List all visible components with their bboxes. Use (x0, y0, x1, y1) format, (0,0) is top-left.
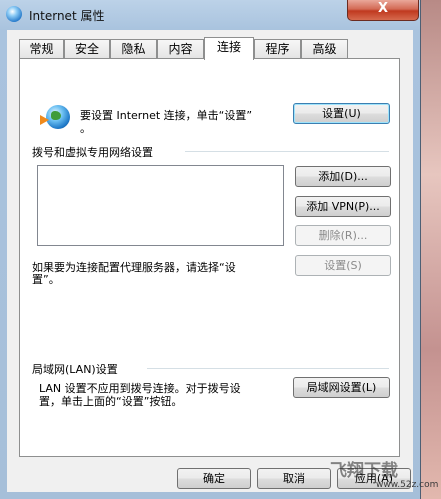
delete-button[interactable]: 删除(R)... (295, 225, 391, 246)
ok-button[interactable]: 确定 (177, 468, 251, 489)
connections-tab-panel: 要设置 Internet 连接，单击“设置” 。 设置(U) 拨号和虚拟专用网络… (19, 58, 400, 457)
dialup-section-title: 拨号和虚拟专用网络设置 (32, 146, 153, 159)
tab-connections[interactable]: 连接 (204, 37, 254, 60)
proxy-settings-button[interactable]: 设置(S) (295, 255, 391, 276)
lan-settings-button[interactable]: 局域网设置(L) (293, 377, 390, 398)
title-bar[interactable]: Internet 属性 X (0, 0, 420, 28)
watermark-logo: 飞翔下载 www.52z.com (330, 456, 438, 496)
cancel-button[interactable]: 取消 (257, 468, 331, 489)
lan-description-line2: 置，单击上面的“设置”按钮。 (39, 395, 183, 408)
proxy-description-cont: 置”。 (32, 273, 60, 286)
setup-button[interactable]: 设置(U) (293, 103, 390, 124)
internet-properties-window: Internet 属性 X 常规 安全 隐私 内容 连接 程序 高级 要设置 I… (0, 0, 421, 499)
divider (147, 368, 389, 369)
internet-globe-icon (6, 6, 22, 22)
tab-advanced[interactable]: 高级 (301, 39, 348, 59)
dialog-body: 常规 安全 隐私 内容 连接 程序 高级 要设置 Internet 连接，单击“… (7, 30, 413, 492)
divider (185, 151, 389, 152)
internet-globe-icon (46, 105, 70, 129)
tab-content[interactable]: 内容 (157, 39, 204, 59)
arrow-icon (40, 115, 49, 125)
connections-list[interactable] (37, 165, 284, 246)
setup-description-cont: 。 (80, 122, 91, 135)
lan-section-title: 局域网(LAN)设置 (32, 363, 118, 376)
close-button[interactable]: X (347, 0, 419, 21)
desktop-background (420, 0, 441, 499)
add-vpn-button[interactable]: 添加 VPN(P)... (295, 196, 391, 217)
tab-security[interactable]: 安全 (64, 39, 110, 59)
proxy-description: 如果要为连接配置代理服务器，请选择“设 (32, 261, 236, 274)
watermark-url: www.52z.com (376, 480, 439, 490)
tab-general[interactable]: 常规 (19, 39, 64, 59)
tab-privacy[interactable]: 隐私 (110, 39, 157, 59)
watermark-text: 飞翔下载 (330, 461, 398, 481)
window-title: Internet 属性 (29, 9, 105, 23)
add-button[interactable]: 添加(D)... (295, 166, 391, 187)
setup-description: 要设置 Internet 连接，单击“设置” (80, 109, 253, 122)
tab-programs[interactable]: 程序 (254, 39, 301, 59)
